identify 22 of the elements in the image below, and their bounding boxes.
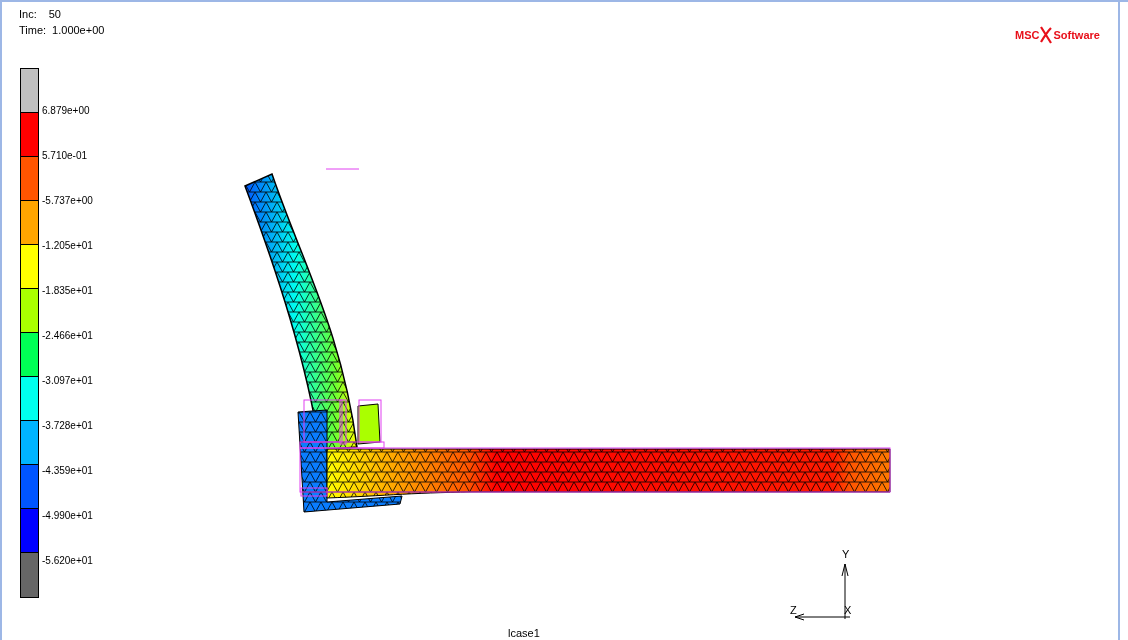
logo-text: Software: [1053, 29, 1100, 41]
time-label: Time:: [19, 23, 47, 38]
legend-value: -1.835e+01: [42, 284, 93, 298]
legend-value: -4.990e+01: [42, 509, 93, 523]
legend-value: -3.097e+01: [42, 374, 93, 388]
logo-text: MSC: [1015, 29, 1040, 41]
legend-value: -2.466e+01: [42, 329, 93, 343]
legend-value: -3.728e+01: [42, 419, 93, 433]
legend-value: -5.737e+00: [42, 194, 93, 208]
legend-value: -1.205e+01: [42, 239, 93, 253]
increment-label: Inc:: [19, 7, 37, 22]
swoosh-icon: [1039, 26, 1054, 44]
legend-value: 5.710e-01: [42, 149, 88, 163]
axis-label: Z: [790, 605, 797, 616]
loadcase-label: lcase1: [508, 628, 540, 639]
time-value: 1.000e+00: [52, 23, 105, 38]
legend-value: -4.359e+01: [42, 464, 93, 478]
legend-value: -5.620e+01: [42, 554, 93, 568]
axis-label: Y: [842, 549, 850, 560]
axis-label: X: [844, 605, 852, 616]
increment-value: 50: [48, 7, 61, 22]
legend-value: 6.879e+00: [42, 104, 90, 118]
